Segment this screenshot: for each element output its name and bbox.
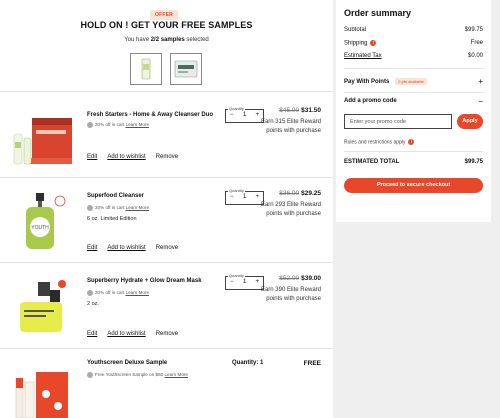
offer-tag-icon bbox=[87, 122, 93, 128]
learn-more-link[interactable]: Learn More bbox=[126, 290, 150, 295]
cart-item: Fresh Starters - Home & Away Cleanser Du… bbox=[0, 98, 333, 178]
item-offer: 20% off in cart Learn More bbox=[87, 122, 149, 128]
item-actions: Edit Add to wishlist Remove bbox=[87, 245, 188, 251]
increase-quantity-button[interactable]: + bbox=[255, 194, 259, 200]
add-to-wishlist-link[interactable]: Add to wishlist bbox=[107, 331, 145, 337]
item-size: 2 oz. bbox=[87, 301, 99, 307]
points-available-badge: 0 pts available bbox=[395, 78, 427, 85]
order-summary-panel: Order summary Subtotal $99.75 Shipping! Fr… bbox=[336, 0, 491, 222]
add-to-wishlist-link[interactable]: Add to wishlist bbox=[107, 154, 145, 160]
promo-code-input[interactable]: Enter your promo code bbox=[344, 114, 452, 129]
divider bbox=[344, 68, 483, 69]
quantity-value[interactable]: 1 bbox=[243, 112, 246, 118]
quantity-value[interactable]: 1 bbox=[243, 279, 246, 285]
item-name: Superfood Cleanser bbox=[87, 193, 145, 199]
sample-thumbnail-2[interactable] bbox=[170, 53, 202, 85]
collapse-icon[interactable]: − bbox=[478, 97, 483, 106]
item-price: $45.00 $31.50 bbox=[279, 107, 321, 114]
edit-link[interactable]: Edit bbox=[87, 154, 97, 160]
reward-points-text: Earn 293 Elite Reward points with purcha… bbox=[260, 202, 321, 217]
item-offer: 20% off in cart Learn More bbox=[87, 290, 149, 296]
item-name: Superberry Hydrate + Glow Dream Mask bbox=[87, 278, 202, 284]
item-actions: Edit Add to wishlist Remove bbox=[87, 154, 188, 160]
quantity-value[interactable]: 1 bbox=[243, 194, 246, 200]
cart-item: YOUTH Superfood Cleanser 20% off in cart… bbox=[0, 181, 333, 263]
offer-tag-icon bbox=[87, 205, 93, 211]
divider bbox=[344, 92, 483, 93]
info-icon[interactable]: i bbox=[408, 139, 415, 145]
sample-tube-icon bbox=[141, 58, 151, 80]
expand-icon[interactable]: + bbox=[478, 77, 483, 86]
item-price: FREE bbox=[303, 360, 321, 367]
divider bbox=[344, 151, 483, 152]
info-icon[interactable]: ! bbox=[370, 40, 377, 46]
quantity-text: Quantity: 1 bbox=[232, 360, 264, 366]
estimated-tax-link[interactable]: Estimated Tax bbox=[344, 53, 382, 59]
cart-item: Superberry Hydrate + Glow Dream Mask 20%… bbox=[0, 266, 333, 349]
remove-link[interactable]: Remove bbox=[156, 331, 178, 337]
item-name: Fresh Starters - Home & Away Cleanser Du… bbox=[87, 112, 214, 118]
learn-more-link[interactable]: Learn More bbox=[126, 205, 150, 210]
reward-points-text: Earn 315 Elite Reward points with purcha… bbox=[260, 119, 321, 134]
cart-panel: OFFER HOLD ON ! GET YOUR FREE SAMPLES Yo… bbox=[0, 0, 333, 418]
superfood-cleanser-image: YOUTH bbox=[26, 193, 66, 249]
item-name: Youthscreen Deluxe Sample bbox=[87, 360, 168, 366]
offer-tag-icon bbox=[87, 290, 93, 296]
remove-link[interactable]: Remove bbox=[156, 154, 178, 160]
remove-link[interactable]: Remove bbox=[156, 245, 178, 251]
sample-packet-icon bbox=[174, 60, 198, 78]
item-price: $52.00 $39.00 bbox=[279, 275, 321, 282]
learn-more-link[interactable]: Learn More bbox=[164, 372, 188, 377]
decrease-quantity-button[interactable]: − bbox=[230, 279, 234, 285]
add-to-wishlist-link[interactable]: Add to wishlist bbox=[107, 245, 145, 251]
apply-promo-button[interactable]: Apply bbox=[457, 114, 483, 129]
offer-subtitle: You have 2/2 samples selected bbox=[124, 37, 209, 43]
youthscreen-sample-image bbox=[15, 372, 68, 418]
sample-thumbnail-1[interactable] bbox=[130, 53, 162, 85]
reward-points-text: Earn 390 Elite Reward points with purcha… bbox=[260, 287, 321, 302]
edit-link[interactable]: Edit bbox=[87, 331, 97, 337]
order-summary-title: Order summary bbox=[344, 8, 412, 18]
item-offer: 20% off in cart Learn More bbox=[87, 205, 149, 211]
decrease-quantity-button[interactable]: − bbox=[230, 194, 234, 200]
item-actions: Edit Add to wishlist Remove bbox=[87, 331, 188, 337]
offer-tag-icon bbox=[87, 372, 93, 378]
item-price: $36.00 $29.25 bbox=[279, 190, 321, 197]
offer-badge: OFFER bbox=[150, 10, 178, 20]
increase-quantity-button[interactable]: + bbox=[255, 279, 259, 285]
edit-link[interactable]: Edit bbox=[87, 245, 97, 251]
svg-text:YOUTH: YOUTH bbox=[31, 225, 49, 231]
proceed-to-checkout-button[interactable]: Proceed to secure checkout bbox=[344, 178, 483, 193]
cleanser-duo-image bbox=[13, 118, 72, 165]
offer-title: HOLD ON ! GET YOUR FREE SAMPLES bbox=[80, 20, 253, 30]
decrease-quantity-button[interactable]: − bbox=[230, 112, 234, 118]
free-samples-offer: OFFER HOLD ON ! GET YOUR FREE SAMPLES Yo… bbox=[0, 0, 333, 92]
learn-more-link[interactable]: Learn More bbox=[126, 122, 150, 127]
cart-item: Youthscreen Deluxe Sample Free Youthscre… bbox=[0, 352, 333, 418]
item-offer: Free Youthscreen Sample on $60 Learn Mor… bbox=[87, 372, 188, 378]
item-size: 6 oz. Limited Edition bbox=[87, 216, 137, 222]
dream-mask-image bbox=[20, 280, 66, 332]
